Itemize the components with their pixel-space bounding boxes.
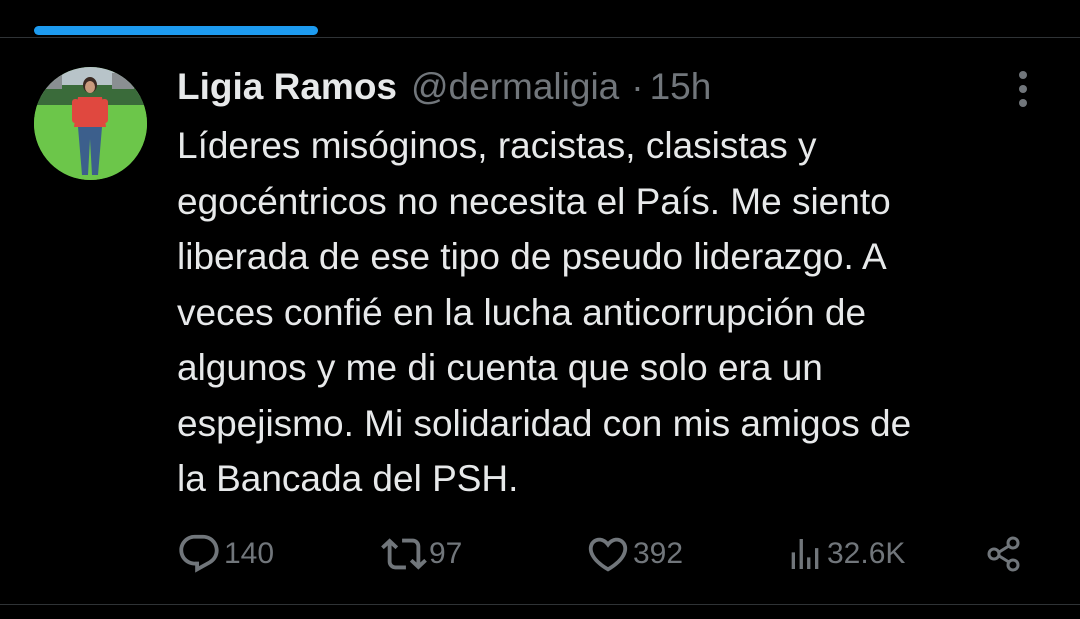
reply-count: 140 [224, 537, 275, 570]
more-vertical-icon [1019, 71, 1027, 107]
avatar-photo [34, 67, 147, 180]
header-separator: · [631, 66, 644, 107]
reply-button[interactable]: 140 [176, 530, 274, 578]
heart-icon [588, 537, 628, 572]
tweet-timestamp[interactable]: 15h [650, 66, 712, 108]
retweet-count: 97 [429, 537, 463, 570]
share-icon [987, 536, 1020, 572]
retweet-button[interactable]: 97 [381, 530, 462, 578]
like-count: 392 [633, 537, 684, 570]
reply-icon [179, 534, 219, 573]
retweet-icon [381, 538, 427, 570]
views-button[interactable]: 32.6K [785, 530, 905, 578]
like-button[interactable]: 392 [585, 530, 683, 578]
bottom-divider [0, 604, 1080, 605]
tweet-text: Líderes misóginos, racistas, clasistas y… [177, 125, 912, 499]
avatar[interactable] [34, 67, 147, 180]
active-tab-indicator [34, 26, 318, 35]
views-bar-chart-icon [791, 539, 819, 569]
tweet-header: Ligia Ramos @dermaligia · 15h [177, 64, 711, 110]
more-options-button[interactable] [1006, 70, 1040, 108]
views-count: 32.6K [827, 537, 906, 570]
user-handle[interactable]: @dermaligia [411, 66, 619, 108]
display-name[interactable]: Ligia Ramos [177, 66, 397, 108]
share-button[interactable] [985, 530, 1023, 578]
top-divider [0, 37, 1080, 38]
